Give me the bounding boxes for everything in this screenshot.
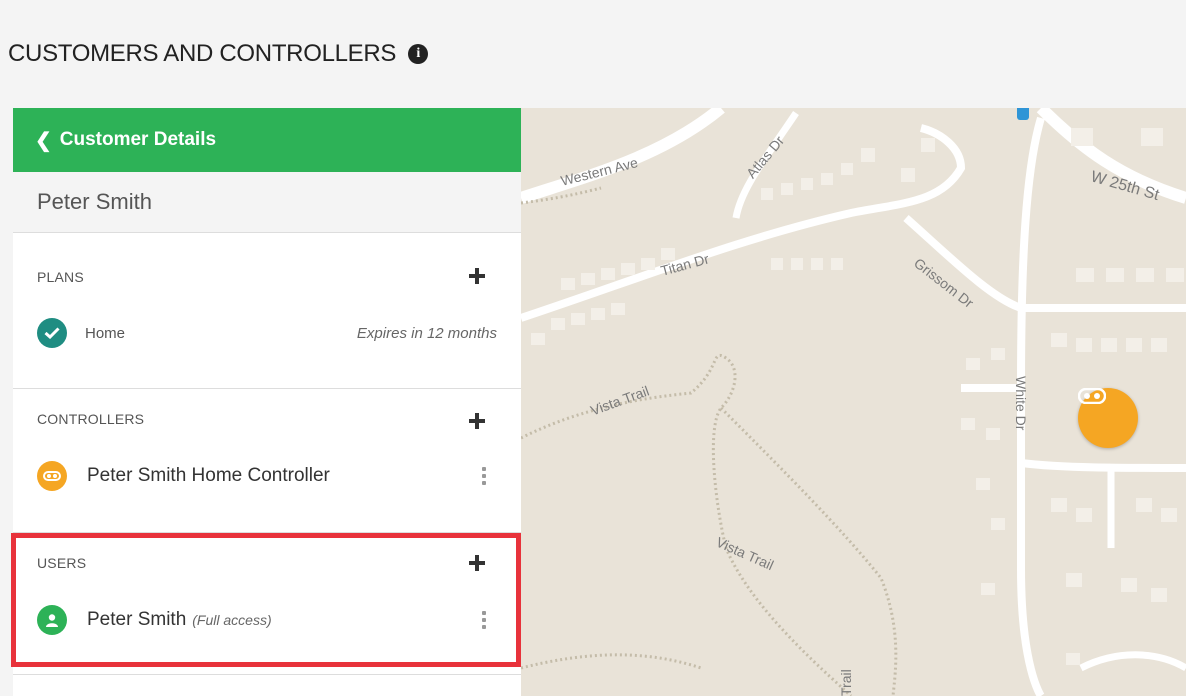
street-label: Trail [838, 669, 854, 696]
plans-title: PLANS [37, 269, 84, 285]
controllers-section: CONTROLLERS Peter Smith Home Controller [13, 389, 521, 533]
user-icon [37, 605, 67, 635]
controller-icon [37, 461, 67, 491]
users-section: USERS Peter Smith (Full access) [13, 533, 521, 675]
add-plan-button[interactable] [467, 266, 487, 286]
street-label: White Dr [1013, 376, 1029, 431]
controller-item[interactable]: Peter Smith Home Controller [37, 461, 497, 491]
controller-more-options-icon[interactable] [481, 465, 487, 487]
page-title: CUSTOMERS AND CONTROLLERS i [8, 40, 429, 68]
map-poi-icon[interactable] [1017, 108, 1029, 120]
user-item[interactable]: Peter Smith (Full access) [37, 605, 497, 635]
plan-item[interactable]: Home Expires in 12 months [37, 318, 497, 348]
info-icon[interactable]: i [408, 44, 429, 64]
page-title-text: CUSTOMERS AND CONTROLLERS [8, 40, 397, 67]
check-circle-icon [37, 318, 67, 348]
plan-expiry: Expires in 12 months [356, 324, 497, 342]
plans-section: PLANS Home Expires in 12 months [13, 233, 521, 389]
user-more-options-icon[interactable] [481, 609, 487, 631]
plan-name: Home [85, 324, 126, 342]
controller-marker[interactable] [1078, 388, 1138, 448]
map[interactable]: Western Ave Atlas Dr Titan Dr Grissom Dr… [521, 108, 1186, 696]
page-header: CUSTOMERS AND CONTROLLERS i [0, 0, 1186, 108]
controller-marker-icon [1078, 388, 1106, 404]
add-user-button[interactable] [467, 553, 487, 573]
user-name: Peter Smith [87, 609, 187, 630]
back-to-customer-details[interactable]: ❮ Customer Details [13, 108, 521, 172]
users-title: USERS [37, 555, 87, 571]
customer-details-panel: ❮ Customer Details Peter Smith PLANS Hom… [13, 108, 521, 696]
controller-name: Peter Smith Home Controller [87, 465, 330, 486]
panel-header-label: Customer Details [59, 129, 217, 150]
user-access-level: (Full access) [192, 612, 272, 628]
add-controller-button[interactable] [467, 411, 487, 431]
customer-name: Peter Smith [13, 172, 521, 233]
chevron-left-icon: ❮ [35, 129, 52, 152]
controllers-title: CONTROLLERS [37, 411, 145, 427]
